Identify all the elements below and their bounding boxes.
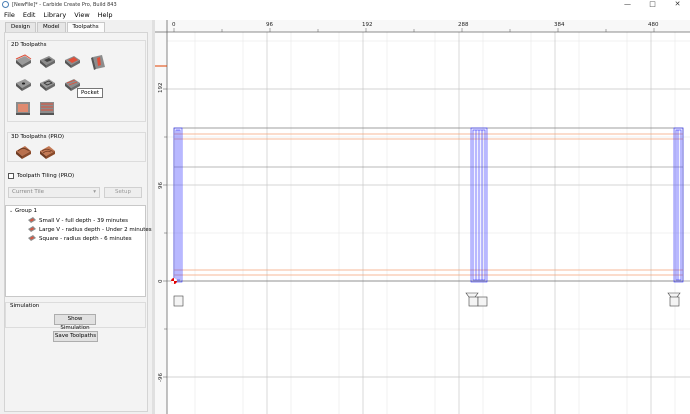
finish-3d-icon	[40, 146, 55, 159]
tree-item-label: Small V - full depth - 39 minutes	[39, 217, 128, 224]
drill-toolpath-button[interactable]	[14, 76, 32, 94]
blue-toolpath-fill	[174, 128, 683, 282]
toolpaths-2d-title: 2D Toolpaths	[11, 42, 47, 48]
ruler-left	[155, 20, 167, 414]
tab-toolpaths[interactable]: Toolpaths	[66, 22, 105, 32]
toolpath-item-icon	[28, 226, 36, 232]
ruler-left-label: 192	[158, 83, 164, 94]
menu-library[interactable]: Library	[39, 11, 70, 19]
simulation-label: Simulation	[10, 303, 40, 309]
pocket-toolpath-button-hover[interactable]	[63, 53, 81, 71]
ruler-top-label: 192	[362, 22, 373, 28]
design-viewport[interactable]: 0 96 192 288 384 480 192 96 0 -96	[155, 20, 690, 414]
tree-group-label: Group 1	[15, 208, 37, 214]
panel-tabs: Design Model Toolpaths	[5, 22, 106, 32]
tiling-setup-button[interactable]: Setup	[104, 187, 142, 198]
ruler-left-label: 0	[158, 279, 164, 283]
tab-model[interactable]: Model	[37, 22, 66, 32]
square-tool-icon	[669, 296, 680, 307]
title-bar: [NewFile]* - Carbide Create Pro, Build 8…	[0, 0, 690, 9]
toolpath-tree: ⌄ Group 1 Small V - full depth - 39 minu…	[5, 205, 152, 297]
rough-3d-icon	[16, 146, 31, 159]
stock-outline[interactable]	[173, 127, 684, 282]
tree-item[interactable]: Small V - full depth - 39 minutes	[28, 217, 128, 224]
square-tool-icon	[477, 296, 488, 307]
toolpaths-3d-group: 3D Toolpaths (PRO)	[7, 132, 146, 162]
ruler-left-label: 96	[158, 182, 164, 189]
app-icon	[2, 1, 9, 8]
show-simulation-button[interactable]: Show Simulation	[54, 314, 96, 331]
vcarve-toolpath-icon	[91, 55, 105, 70]
engrave-toolpath-icon	[16, 102, 30, 115]
rough-3d-button[interactable]	[14, 143, 32, 161]
tree-group[interactable]: ⌄ Group 1	[9, 208, 37, 214]
menu-help[interactable]: Help	[94, 11, 117, 19]
ruler-top-label: 0	[172, 22, 176, 28]
tile-select-value: Current Tile	[12, 189, 45, 195]
ruler-top-label: 480	[648, 22, 659, 28]
save-toolpaths-button[interactable]: Save Toolpaths	[53, 331, 98, 342]
advanced-vcarve-button[interactable]	[38, 76, 56, 94]
chevron-down-icon: ▾	[93, 189, 96, 195]
pocket-toolpath-icon-hover	[65, 56, 80, 68]
tree-item-label: Square - radius depth - 6 minutes	[39, 235, 132, 242]
tree-item[interactable]: Large V - radius depth - Under 2 minutes	[28, 226, 152, 233]
menu-edit[interactable]: Edit	[19, 11, 40, 19]
tree-item-label: Large V - radius depth - Under 2 minutes	[39, 226, 152, 233]
tree-item[interactable]: Square - radius depth - 6 minutes	[28, 235, 132, 242]
ruler-top-label: 384	[554, 22, 565, 28]
left-panel: Design Model Toolpaths 2D Toolpaths Pock…	[0, 20, 152, 414]
menu-view[interactable]: View	[70, 11, 93, 19]
minimize-button[interactable]: —	[615, 0, 640, 9]
orange-toolpaths[interactable]	[174, 133, 683, 276]
window-title: [NewFile]* - Carbide Create Pro, Build 8…	[12, 1, 117, 8]
checkbox-box[interactable]	[8, 173, 14, 179]
tab-design[interactable]: Design	[5, 22, 36, 32]
finish-3d-button[interactable]	[38, 143, 56, 161]
blue-toolpaths[interactable]	[173, 127, 684, 283]
toolpaths-3d-title: 3D Toolpaths (PRO)	[11, 134, 65, 140]
window-controls: — □ ✕	[615, 0, 690, 9]
engrave-toolpath-button[interactable]	[14, 99, 32, 117]
menu-bar: File Edit Library View Help	[0, 9, 690, 20]
close-button[interactable]: ✕	[665, 0, 690, 9]
toolpaths-2d-group: 2D Toolpaths Pocket	[7, 40, 146, 122]
toolpath-item-icon	[28, 235, 36, 241]
menu-file[interactable]: File	[0, 11, 19, 19]
facing-toolpath-icon	[40, 102, 54, 115]
maximize-button[interactable]: □	[640, 0, 665, 9]
ruler-top	[155, 20, 690, 32]
tool-preview-icons	[173, 292, 681, 307]
drill-toolpath-icon	[16, 79, 31, 91]
advanced-vcarve-icon	[40, 79, 55, 91]
simulation-group: Simulation Show Simulation	[5, 302, 146, 331]
square-tool-icon	[468, 296, 479, 307]
ruler-top-label: 96	[266, 22, 273, 28]
ruler-left-label: -96	[158, 373, 164, 382]
pocket-toolpath-icon	[40, 56, 55, 68]
facing-toolpath-button[interactable]	[38, 99, 56, 117]
tooltip: Pocket	[77, 88, 104, 98]
viewport-canvas[interactable]: 0 96 192 288 384 480 192 96 0 -96	[155, 20, 690, 414]
toolpath-item-icon	[28, 217, 36, 223]
square-tool-icon	[173, 295, 184, 307]
toolpath-tiling-label: Toolpath Tiling (PRO)	[17, 173, 75, 179]
toolpath-tiling-checkbox[interactable]: Toolpath Tiling (PRO)	[8, 173, 74, 179]
origin-marker-icon	[171, 278, 177, 284]
pocket-toolpath-button[interactable]	[38, 53, 56, 71]
contour-toolpath-button[interactable]	[14, 53, 32, 71]
vcarve-toolpath-button[interactable]	[89, 53, 107, 71]
ruler-top-label: 288	[458, 22, 469, 28]
tile-select[interactable]: Current Tile ▾	[8, 187, 100, 198]
grid-major	[167, 32, 690, 414]
contour-toolpath-icon	[15, 54, 32, 68]
